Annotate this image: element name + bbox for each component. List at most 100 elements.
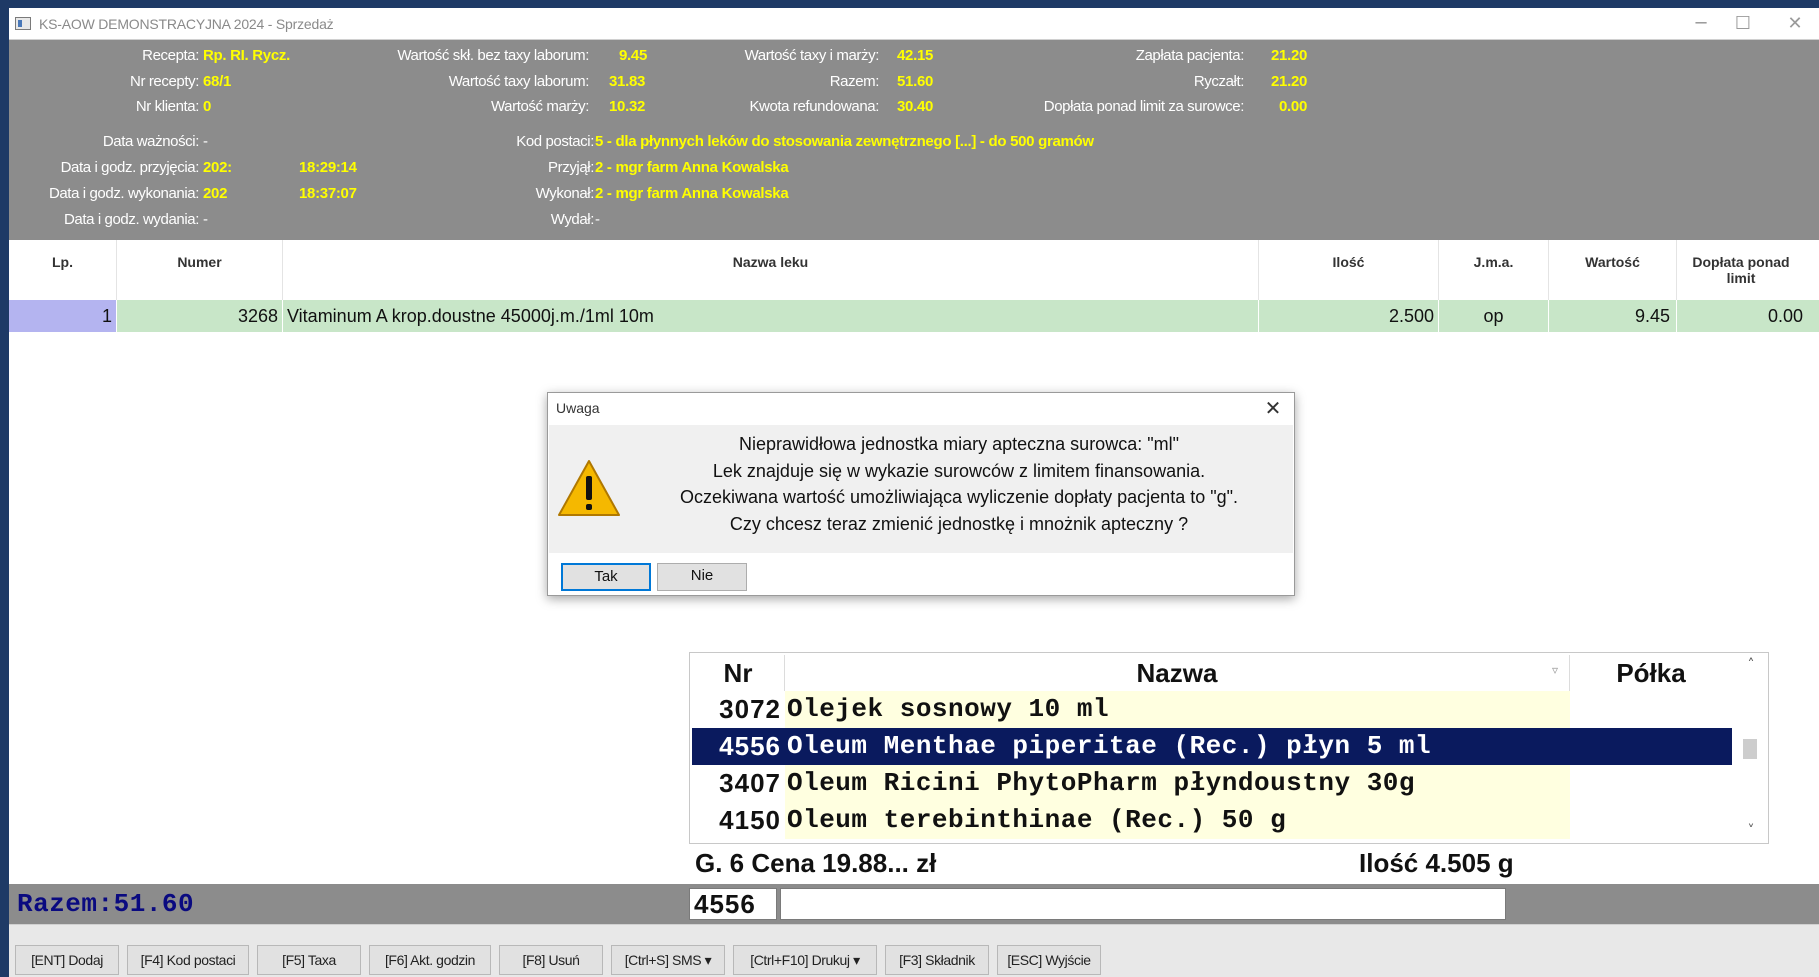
prescription-info-panel: Recepta: Rp. RI. Rycz. Nr recepty: 68/1 …: [9, 40, 1819, 240]
items-table-header: Lp. Numer Nazwa leku Ilość J.m.a. Wartoś…: [9, 240, 1819, 300]
dialog-title: Uwaga: [556, 400, 600, 416]
data-waznosci-label: Data ważności:: [102, 133, 200, 150]
list-item[interactable]: 3072 Olejek sosnowy 10 ml: [692, 691, 1732, 728]
nr-klienta-label: Nr klienta:: [135, 98, 200, 115]
wydal-label: Wydał:: [550, 211, 595, 228]
row-nazwa: Vitaminum A krop.doustne 45000j.m./1ml 1…: [283, 300, 1259, 332]
filter-icon[interactable]: ▿: [1552, 663, 1558, 677]
table-row[interactable]: 1 3268 Vitaminum A krop.doustne 45000j.m…: [9, 300, 1819, 332]
wykonal-label: Wykonał:: [535, 185, 595, 202]
row-wartosc: 9.45: [1549, 300, 1677, 332]
picker-header-polka[interactable]: Półka: [1570, 655, 1732, 691]
row-ilosc: 2.500: [1259, 300, 1439, 332]
row-numer: 3268: [117, 300, 283, 332]
razem-value: 51.60: [897, 73, 934, 90]
app-icon: [15, 17, 31, 30]
kwota-refundowana-label: Kwota refundowana:: [749, 98, 879, 115]
picker-header-nr[interactable]: Nr: [692, 655, 785, 691]
list-item[interactable]: 3407 Oleum Ricini PhytoPharm płyndoustny…: [692, 765, 1732, 802]
price-group-info: G. 6 Cena 19.88... zł: [695, 848, 937, 878]
column-header-nazwa[interactable]: Nazwa leku: [283, 240, 1259, 300]
data-waznosci-value: -: [203, 133, 208, 150]
item-nr: 3072: [719, 694, 781, 724]
search-input[interactable]: [780, 888, 1506, 920]
list-item-selected[interactable]: 4556 Oleum Menthae piperitae (Rec.) płyn…: [692, 728, 1732, 765]
delete-button[interactable]: [F8] Usuń: [499, 945, 603, 975]
column-header-ilosc[interactable]: Ilość: [1259, 240, 1439, 300]
wartosc-taxy-value: 31.83: [609, 73, 646, 90]
dialog-message-line: Lek znajduje się w wykazie surowców z li…: [712, 460, 1206, 481]
recepta-label: Recepta:: [142, 47, 199, 64]
skladnik-button[interactable]: [F3] Składnik: [885, 945, 989, 975]
data-przyjecia-time: 18:29:14: [299, 159, 357, 176]
column-header-jma[interactable]: J.m.a.: [1439, 240, 1549, 300]
list-item[interactable]: 4150 Oleum terebinthinae (Rec.) 50 g: [692, 802, 1732, 839]
dialog-message-line: Nieprawidłowa jednostka miary apteczna s…: [739, 434, 1179, 454]
column-header-doplata[interactable]: Dopłata ponad limit: [1677, 240, 1805, 300]
wartosc-taxy-marzy-value: 42.15: [897, 47, 934, 64]
dialog-body: Nieprawidłowa jednostka miary apteczna s…: [549, 425, 1293, 553]
yes-button[interactable]: Tak: [561, 563, 651, 591]
dialog-message: Nieprawidłowa jednostka miary apteczna s…: [629, 431, 1289, 537]
data-wydania-value: -: [203, 211, 208, 228]
ryczalt-label: Ryczałt:: [1193, 73, 1245, 90]
status-row: Razem:51.60 4556: [9, 884, 1819, 924]
warning-dialog: Uwaga ✕ Nieprawidłowa jednostka miary ap…: [547, 392, 1295, 596]
window-title: KS-AOW DEMONSTRACYJNA 2024 - Sprzedaż: [39, 16, 334, 32]
taxa-button[interactable]: [F5] Taxa: [257, 945, 361, 975]
close-button[interactable]: ✕: [1777, 12, 1813, 36]
dialog-close-icon[interactable]: ✕: [1260, 395, 1286, 421]
row-jma: op: [1439, 300, 1549, 332]
item-nazwa: Oleum Menthae piperitae (Rec.) płyn 5 ml: [785, 728, 1570, 765]
wartosc-marzy-label: Wartość marży:: [490, 98, 589, 115]
scroll-up-icon[interactable]: ˄: [1735, 657, 1767, 673]
nr-klienta-value: 0: [203, 98, 212, 115]
picker-header-nazwa[interactable]: Nazwa: [785, 655, 1570, 691]
row-doplata: 0.00: [1677, 300, 1819, 332]
item-nazwa: Oleum terebinthinae (Rec.) 50 g: [785, 802, 1570, 839]
wartosc-taxy-label: Wartość taxy laborum:: [448, 73, 590, 90]
ryczalt-value: 21.20: [1271, 73, 1308, 90]
row-lp: 1: [9, 300, 117, 332]
minimize-button[interactable]: ─: [1683, 12, 1719, 36]
kwota-refundowana-value: 30.40: [897, 98, 934, 115]
item-nazwa: Olejek sosnowy 10 ml: [785, 691, 1570, 728]
exit-button[interactable]: [ESC] Wyjście: [997, 945, 1101, 975]
kod-postaci-label: Kod postaci:: [516, 133, 594, 150]
maximize-button[interactable]: ☐: [1725, 12, 1761, 36]
dialog-message-line: Czy chcesz teraz zmienić jednostkę i mno…: [729, 513, 1189, 534]
scroll-down-icon[interactable]: ˅: [1735, 823, 1767, 839]
zaplata-pacjenta-label: Zapłata pacjenta:: [1135, 47, 1245, 64]
warning-icon: [558, 460, 620, 516]
akt-godzin-button[interactable]: [F6] Akt. godzin: [369, 945, 491, 975]
title-bar: KS-AOW DEMONSTRACYJNA 2024 - Sprzedaż ─ …: [9, 8, 1819, 40]
column-header-wartosc[interactable]: Wartość: [1549, 240, 1677, 300]
przyjal-value: 2 - mgr farm Anna Kowalska: [595, 159, 789, 176]
wartosc-marzy-value: 10.32: [609, 98, 646, 115]
column-header-lp[interactable]: Lp.: [9, 240, 117, 300]
app-window: KS-AOW DEMONSTRACYJNA 2024 - Sprzedaż ─ …: [9, 8, 1819, 977]
wartosc-skl-label: Wartość skł. bez taxy laborum:: [397, 47, 589, 64]
nr-recepty-label: Nr recepty:: [130, 73, 199, 90]
kod-postaci-button[interactable]: [F4] Kod postaci: [127, 945, 249, 975]
data-wydania-label: Data i godz. wydania:: [63, 211, 199, 228]
dialog-footer: Tak Nie: [549, 553, 1293, 595]
print-button[interactable]: [Ctrl+F10] Drukuj ▾: [733, 945, 877, 975]
code-input[interactable]: 4556: [689, 888, 777, 920]
kod-postaci-value: 5 - dla płynnych leków do stosowania zew…: [595, 133, 1094, 150]
sms-button[interactable]: [Ctrl+S] SMS ▾: [611, 945, 725, 975]
zaplata-pacjenta-value: 21.20: [1271, 47, 1308, 64]
wykonal-value: 2 - mgr farm Anna Kowalska: [595, 185, 789, 202]
scroll-thumb[interactable]: [1743, 739, 1757, 759]
column-header-numer[interactable]: Numer: [117, 240, 283, 300]
doplata-surowce-label: Dopłata ponad limit za surowce:: [1043, 98, 1245, 115]
przyjal-label: Przyjął:: [548, 159, 594, 176]
dialog-message-line: Oczekiwana wartość umożliwiająca wylicze…: [679, 487, 1239, 507]
item-nazwa: Oleum Ricini PhytoPharm płyndoustny 30g: [785, 765, 1570, 802]
picker-summary: G. 6 Cena 19.88... zł Ilość 4.505 g: [689, 844, 1769, 884]
ingredient-picker: Nr Nazwa ▿ Półka 3072 Olejek sosnowy 10 …: [689, 652, 1769, 844]
no-button[interactable]: Nie: [657, 563, 747, 591]
wartosc-skl-value: 9.45: [619, 47, 647, 64]
add-button[interactable]: [ENT] Dodaj: [15, 945, 119, 975]
picker-scrollbar[interactable]: ˄ ˅: [1735, 655, 1767, 841]
